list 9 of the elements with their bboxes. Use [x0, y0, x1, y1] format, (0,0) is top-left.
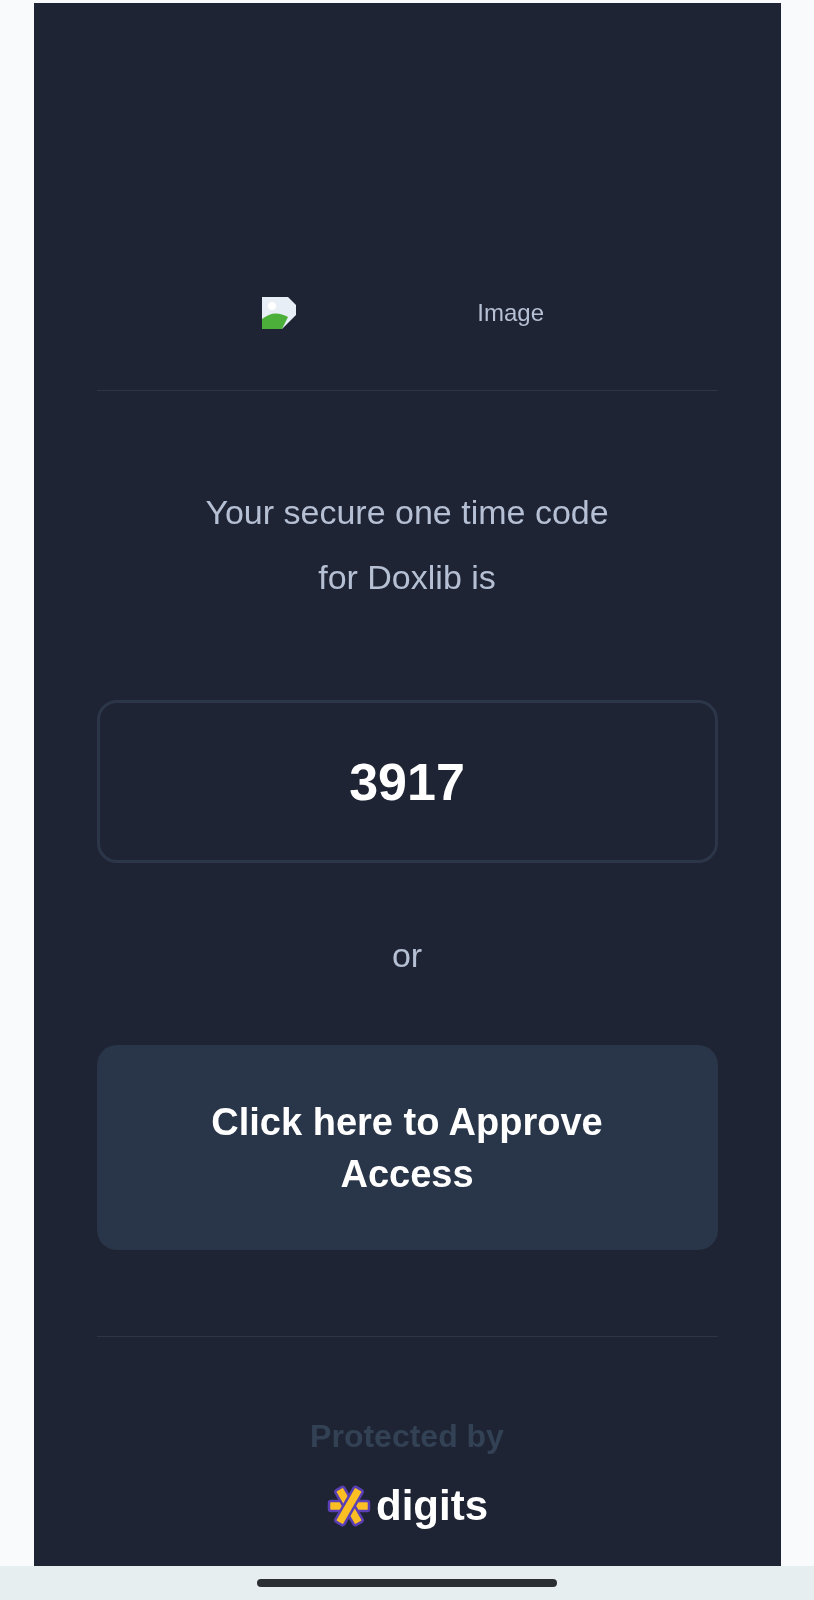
asterisk-logo-icon [326, 1484, 372, 1528]
code-message: Your secure one time code for Doxlib is [204, 492, 610, 598]
image-alt-text: Image [477, 298, 544, 328]
brand-name: digits [376, 1481, 488, 1531]
broken-image-icon [262, 297, 296, 329]
approve-access-button[interactable]: Click here to Approve Access [96, 1045, 718, 1250]
code-box: 3917 [96, 700, 718, 863]
or-text: or [391, 935, 423, 975]
home-indicator[interactable] [257, 1579, 557, 1587]
